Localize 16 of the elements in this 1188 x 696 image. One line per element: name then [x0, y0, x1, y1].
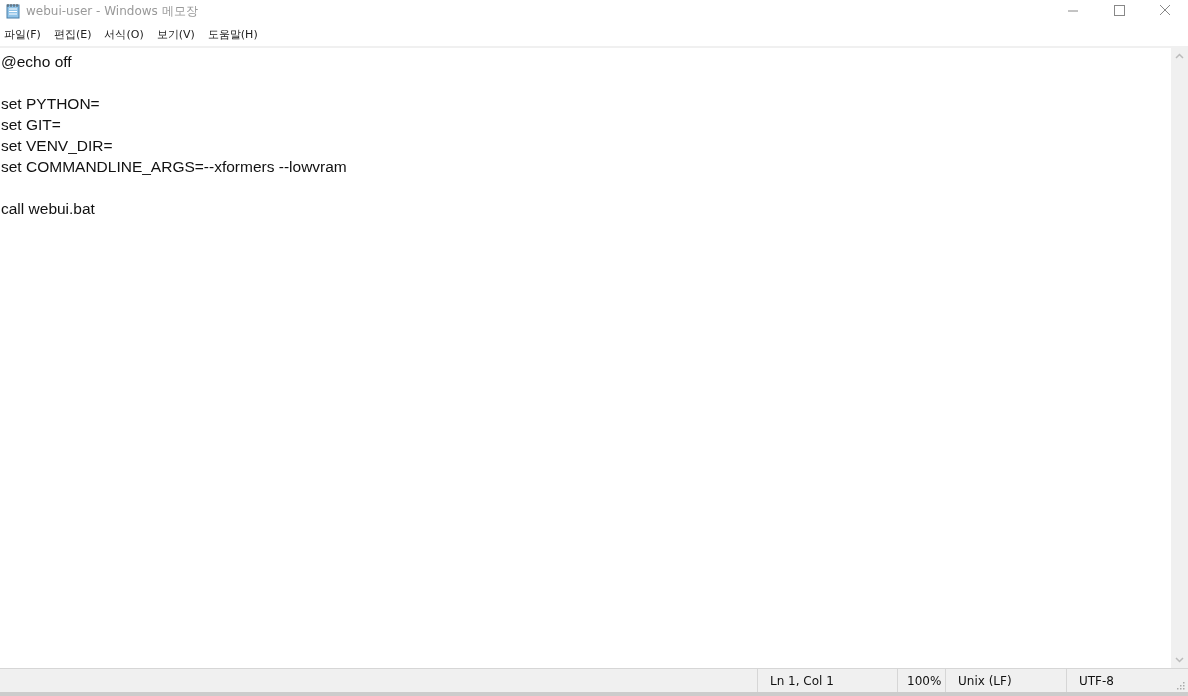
text-line: set PYTHON=	[1, 94, 101, 114]
text-line: call webui.bat	[1, 199, 96, 219]
text-line: set COMMANDLINE_ARGS=--xformers --lowvram	[1, 157, 348, 177]
text-line: set VENV_DIR=	[1, 136, 114, 156]
menu-item[interactable]: 서식(O)	[100, 26, 149, 42]
resize-grip-icon[interactable]	[1175, 679, 1185, 690]
notepad-icon	[5, 3, 21, 19]
menu-item[interactable]: 편집(E)	[49, 26, 97, 42]
menu-item[interactable]: 보기(V)	[152, 26, 200, 42]
scrollbar[interactable]	[1171, 48, 1188, 668]
window-title: webui-user - Windows 메모장	[26, 2, 199, 20]
text-line: @echo off	[1, 52, 73, 72]
menu-item[interactable]: 도움말(H)	[203, 26, 263, 42]
text-line: set GIT=	[1, 115, 62, 135]
menu-item[interactable]: 파일(F)	[0, 26, 46, 42]
status-field: UTF-8	[1067, 669, 1172, 692]
